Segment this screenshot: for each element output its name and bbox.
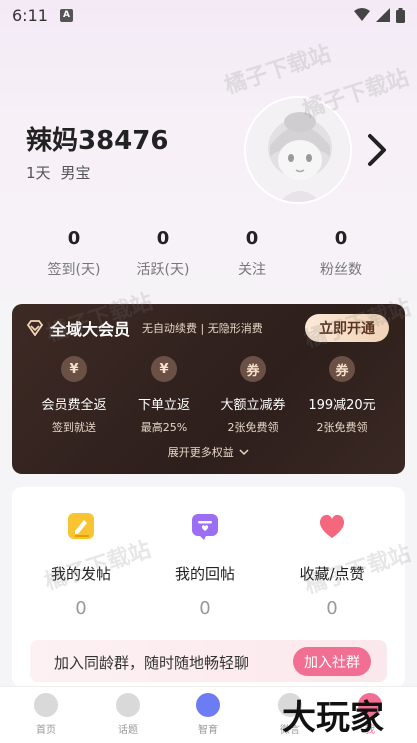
chat-heart-icon (192, 514, 218, 540)
chevron-down-icon (239, 449, 249, 456)
coupon-icon: 券 (240, 356, 266, 382)
post-title: 我的回帖 (174, 565, 235, 583)
vip-open-button[interactable]: 立即开通 (305, 314, 389, 342)
perk-title: 下单立返 (137, 398, 190, 413)
stat-active[interactable]: 0 活跃(天) (123, 228, 203, 279)
stat-label: 签到(天) (47, 262, 101, 278)
status-bar: 6:11 A (0, 0, 417, 30)
status-time: 6:11 (12, 5, 48, 25)
join-community-button[interactable]: 加入社群 (293, 647, 371, 676)
vip-header: 全域大会员 无自动续费 | 无隐形消费 (26, 316, 263, 340)
topic-icon (116, 693, 140, 717)
stat-value: 0 (334, 228, 348, 249)
corner-logo: 大玩家 (282, 698, 384, 738)
notification-a-icon: A (59, 8, 73, 22)
my-replies[interactable]: 我的回帖 0 (150, 511, 260, 619)
profile-subinfo: 1天 男宝 (26, 162, 91, 183)
stat-value: 0 (245, 228, 259, 249)
nav-home[interactable]: 首页 (16, 693, 76, 736)
my-posts[interactable]: 我的发帖 0 (26, 511, 136, 619)
perk-subtitle: 2张免费领 (227, 421, 279, 434)
group-banner-text: 加入同龄群，随时随地畅轻聊 (54, 654, 250, 672)
yen-coin-icon: ¥ (61, 356, 87, 382)
post-count: 0 (326, 598, 338, 619)
profile-baby-gender: 男宝 (60, 164, 91, 182)
stat-value: 0 (67, 228, 81, 249)
vip-title: 全域大会员 (50, 320, 131, 339)
home-icon (34, 693, 58, 717)
stat-checkin[interactable]: 0 签到(天) (34, 228, 114, 279)
profile-name[interactable]: 辣妈38476 (26, 120, 168, 157)
perk-subtitle: 2张免费领 (316, 421, 368, 434)
perk-item[interactable]: ¥ 下单立返 最高25% (118, 356, 210, 435)
post-title: 收藏/点赞 (299, 565, 365, 583)
robot-icon (196, 693, 220, 717)
perk-title: 会员费全返 (41, 398, 107, 413)
wifi-icon (354, 8, 370, 21)
battery-icon (396, 7, 405, 23)
nav-label: 话题 (118, 725, 138, 736)
perk-item[interactable]: 券 199减20元 2张免费领 (296, 356, 388, 435)
nav-label: 智育 (198, 725, 218, 736)
post-count: 0 (199, 598, 211, 619)
vip-expand-label: 展开更多权益 (167, 446, 234, 459)
yen-coin-icon: ¥ (151, 356, 177, 382)
join-group-banner[interactable]: 加入同龄群，随时随地畅轻聊 加入社群 (30, 640, 387, 682)
perk-item[interactable]: ¥ 会员费全返 签到就送 (28, 356, 120, 435)
nav-topic[interactable]: 话题 (98, 693, 158, 736)
vip-membership-card[interactable]: 全域大会员 无自动续费 | 无隐形消费 立即开通 ¥ 会员费全返 签到就送 ¥ … (12, 304, 405, 474)
stat-label: 活跃(天) (136, 262, 190, 278)
girl-avatar-icon (246, 98, 350, 202)
stat-label: 粉丝数 (320, 262, 362, 278)
vip-expand-more[interactable]: 展开更多权益 (12, 444, 405, 460)
perk-subtitle: 最高25% (140, 421, 188, 434)
post-count: 0 (75, 598, 87, 619)
vip-description: 无自动续费 | 无隐形消费 (142, 322, 263, 335)
coupon-icon: 券 (329, 356, 355, 382)
favorites-likes[interactable]: 收藏/点赞 0 (277, 511, 387, 619)
edit-note-icon (68, 513, 94, 539)
nav-label: 首页 (36, 725, 56, 736)
perk-item[interactable]: 券 大额立减券 2张免费领 (207, 356, 299, 435)
stat-label: 关注 (238, 262, 266, 278)
stat-value: 0 (156, 228, 170, 249)
nav-smart-edu[interactable]: 智育 (178, 693, 238, 736)
stat-following[interactable]: 0 关注 (212, 228, 292, 279)
post-title: 我的发帖 (50, 565, 111, 583)
profile-days: 1天 (26, 164, 51, 182)
signal-icon (376, 8, 390, 22)
diamond-icon (26, 320, 44, 336)
heart-icon (319, 514, 345, 538)
chevron-right-icon[interactable] (362, 130, 392, 170)
perk-subtitle: 签到就送 (52, 421, 96, 434)
stat-followers[interactable]: 0 粉丝数 (301, 228, 381, 279)
perk-title: 大额立减券 (220, 398, 286, 413)
avatar[interactable] (244, 96, 352, 204)
perk-title: 199减20元 (308, 398, 376, 413)
